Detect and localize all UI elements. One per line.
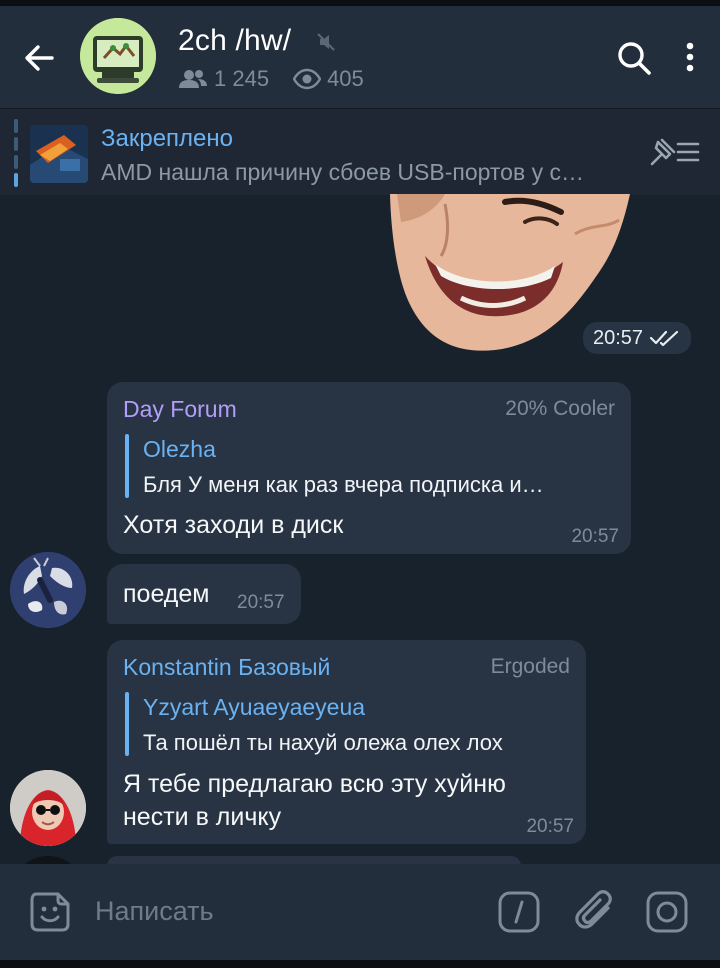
reply-sender[interactable]: Yzyart Ayuaeyaeyeua: [143, 694, 365, 721]
pinned-message-bar[interactable]: Закреплено AMD нашла причину сбоев USB-п…: [0, 108, 720, 195]
message-time: 20:57: [237, 592, 285, 613]
arrow-left-icon: [25, 45, 54, 71]
more-vertical-icon: [686, 42, 694, 72]
paperclip-icon: [575, 890, 612, 929]
slash-command-icon: [498, 891, 540, 933]
more-menu-button[interactable]: [672, 36, 708, 80]
pinned-thumbnail: [30, 125, 88, 183]
message-text: поедем: [123, 580, 210, 608]
muted-icon: [315, 31, 337, 53]
bottom-frame: [0, 960, 720, 968]
message-time: 20:57: [571, 526, 619, 547]
user-avatar[interactable]: [10, 552, 86, 628]
reply-text[interactable]: Та пошёл ты нахуй олежа олех лох: [143, 730, 573, 756]
views-stat: 405: [293, 66, 364, 92]
channel-title[interactable]: 2ch /hw/: [178, 24, 291, 58]
message-text-line: Я тебе предлагаю всю эту хуйню: [123, 770, 506, 798]
user-avatar[interactable]: [10, 856, 86, 864]
channel-avatar[interactable]: [80, 18, 156, 94]
message-text: Хотя заходи в диск: [123, 511, 344, 539]
channel-logo-icon: [80, 18, 156, 94]
message-sender[interactable]: Konstantin Базовый: [123, 654, 330, 681]
pinned-text: AMD нашла причину сбоев USB-портов у с…: [101, 159, 584, 185]
message-bubble[interactable]: Konstantin Базовый Ergoded Yzyart Ayuaey…: [107, 640, 586, 844]
reply-bar: [125, 692, 129, 756]
reply-bar: [125, 434, 129, 498]
message-text-line: нести в личку: [123, 803, 282, 831]
pinned-title: Закреплено: [101, 125, 233, 152]
sticker-time: 20:57: [593, 326, 644, 349]
pinned-list-button[interactable]: [648, 134, 702, 170]
message-time: 20:57: [526, 816, 574, 837]
user-avatar[interactable]: [10, 770, 86, 846]
camera-icon: [646, 891, 688, 933]
chat-header: 2ch /hw/ 1 245 405: [0, 6, 720, 108]
sticker-time-chip: 20:57: [583, 322, 692, 354]
members-stat: 1 245: [178, 66, 269, 92]
message-composer: Написать: [0, 864, 720, 960]
message-bubble[interactable]: Day Forum 20% Cooler Olezha Бля У меня к…: [107, 382, 631, 554]
message-bubble[interactable]: поедем 20:57: [107, 564, 301, 624]
camera-button[interactable]: [645, 890, 689, 934]
member-rank: Ergoded: [490, 655, 570, 678]
emoji-button[interactable]: [28, 890, 72, 934]
message-bubble-partial[interactable]: [107, 856, 521, 864]
message-sender[interactable]: Day Forum: [123, 396, 237, 423]
pinned-indicator: [14, 119, 18, 187]
eye-icon: [293, 68, 322, 90]
message-input[interactable]: Написать: [95, 896, 214, 927]
members-icon: [179, 70, 207, 88]
pin-list-icon: [650, 138, 700, 166]
attach-button[interactable]: [574, 888, 620, 936]
back-button[interactable]: [18, 36, 62, 80]
member-rank: 20% Cooler: [505, 397, 615, 420]
double-check-icon: [649, 330, 679, 347]
reply-sender[interactable]: Olezha: [143, 436, 216, 463]
members-count: 1 245: [214, 66, 270, 91]
sticker-smile-icon: [30, 892, 70, 932]
bot-commands-button[interactable]: [497, 890, 541, 934]
views-count: 405: [327, 66, 364, 91]
search-icon: [618, 42, 651, 75]
search-button[interactable]: [612, 36, 656, 80]
moth-avatar-icon: [10, 552, 86, 628]
red-hood-avatar-icon: [10, 770, 86, 846]
channel-stats: 1 245 405: [178, 66, 388, 92]
reply-text[interactable]: Бля У меня как раз вчера подписка и…: [143, 472, 617, 498]
message-list[interactable]: 20:57 Day Forum 20% Cooler Olezha Бля У …: [0, 194, 720, 864]
